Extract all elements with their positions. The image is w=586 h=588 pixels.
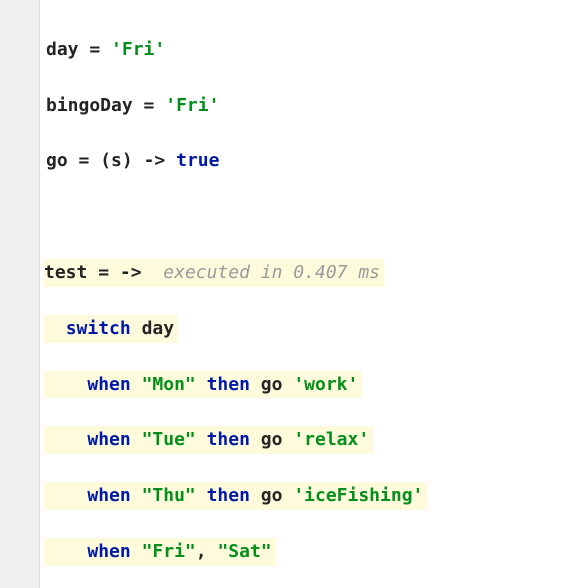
identifier: go bbox=[46, 150, 68, 171]
line-gutter bbox=[0, 0, 40, 588]
string-literal: "Tue" bbox=[142, 429, 196, 450]
code-line: bingoDay = 'Fri' bbox=[46, 92, 580, 120]
keyword-then: then bbox=[207, 374, 250, 395]
operator: = bbox=[144, 95, 155, 116]
code-line: day = 'Fri' bbox=[46, 36, 580, 64]
string-literal: "Thu" bbox=[142, 485, 196, 506]
keyword-when: when bbox=[87, 429, 130, 450]
identifier: day bbox=[46, 39, 79, 60]
string-literal: "Fri" bbox=[142, 541, 196, 562]
arrow: -> bbox=[144, 150, 166, 171]
keyword-then: then bbox=[207, 485, 250, 506]
code-line: when "Fri", "Sat" bbox=[46, 538, 580, 566]
string-literal: "Sat" bbox=[217, 541, 271, 562]
keyword-switch: switch bbox=[66, 318, 131, 339]
exec-time-comment: executed in 0.407 ms bbox=[163, 262, 380, 283]
code-line: when "Mon" then go 'work' bbox=[46, 371, 580, 399]
code-line: switch day bbox=[46, 315, 580, 343]
identifier: bingoDay bbox=[46, 95, 133, 116]
operator: = bbox=[98, 262, 109, 283]
keyword-when: when bbox=[87, 374, 130, 395]
identifier: test bbox=[44, 262, 87, 283]
keyword-when: when bbox=[87, 485, 130, 506]
identifier: go bbox=[261, 374, 283, 395]
string-literal: 'iceFishing' bbox=[293, 485, 423, 506]
operator: = bbox=[89, 39, 100, 60]
code-line: when "Thu" then go 'iceFishing' bbox=[46, 482, 580, 510]
string-literal: 'work' bbox=[293, 374, 358, 395]
keyword-when: when bbox=[87, 541, 130, 562]
string-literal: 'relax' bbox=[293, 429, 369, 450]
identifier: go bbox=[261, 485, 283, 506]
code-editor[interactable]: day = 'Fri' bingoDay = 'Fri' go = (s) ->… bbox=[40, 0, 586, 588]
identifier: go bbox=[261, 429, 283, 450]
comma: , bbox=[196, 541, 207, 562]
string-literal: "Mon" bbox=[142, 374, 196, 395]
arrow: -> bbox=[120, 262, 142, 283]
blank-line bbox=[46, 203, 580, 231]
keyword: true bbox=[176, 150, 219, 171]
string-literal: 'Fri' bbox=[165, 95, 219, 116]
identifier: day bbox=[142, 318, 175, 339]
keyword-then: then bbox=[207, 429, 250, 450]
code-line: test = -> executed in 0.407 ms bbox=[46, 259, 580, 287]
string-literal: 'Fri' bbox=[111, 39, 165, 60]
param-list: (s) bbox=[100, 150, 133, 171]
code-line: when "Tue" then go 'relax' bbox=[46, 426, 580, 454]
operator: = bbox=[79, 150, 90, 171]
code-line: go = (s) -> true bbox=[46, 147, 580, 175]
